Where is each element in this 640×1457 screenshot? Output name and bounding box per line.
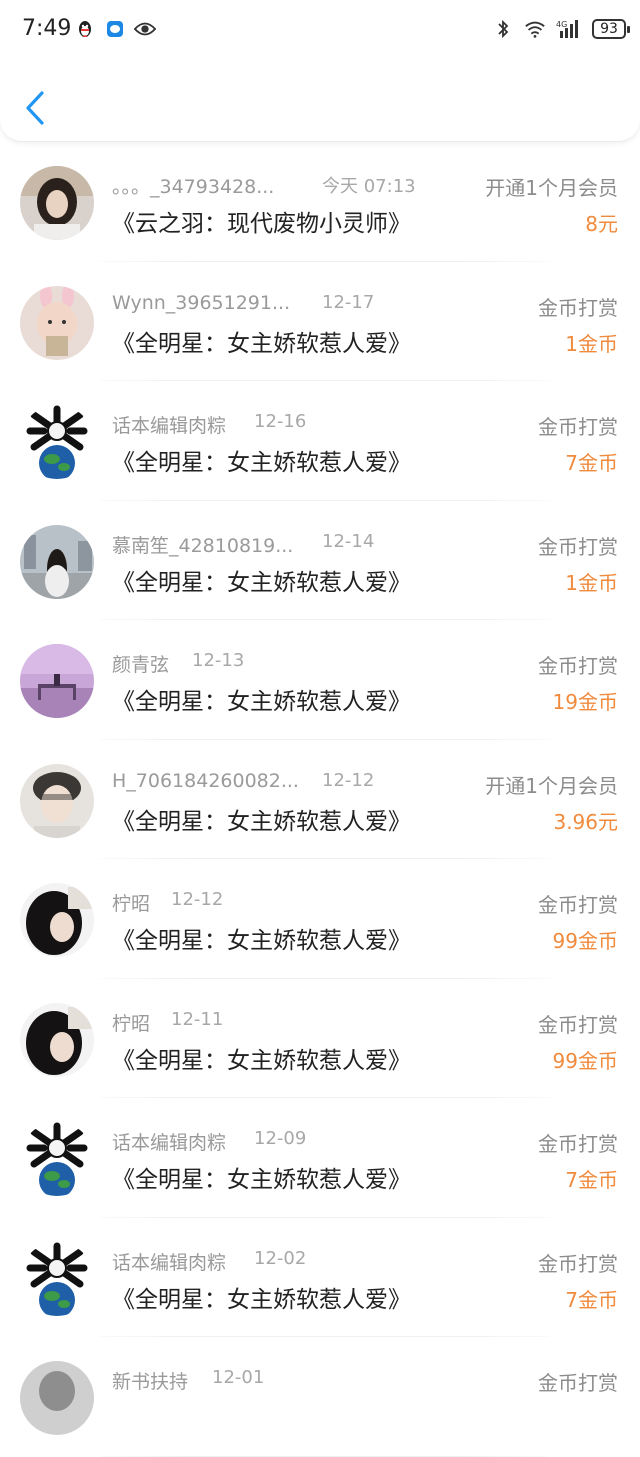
list-item[interactable]: 新书扶持 12-01 金币打赏 [0, 1337, 640, 1457]
reward-type: 金币打赏 [538, 295, 618, 320]
avatar[interactable] [20, 883, 94, 957]
record-date: 12-14 [322, 530, 375, 552]
avatar[interactable] [20, 285, 94, 360]
list-item[interactable]: Wynn_39651291... 12-17 金币打赏《全明星：女主娇软惹人爱》 1金… [0, 262, 640, 381]
reward-type: 金币打赏 [538, 415, 618, 439]
reward-type: 金币打赏 [538, 893, 618, 917]
user-name: H_706184260082... [112, 769, 299, 792]
list-item[interactable]: 话本编辑肉粽 12-09 金币打赏《全明星：女主娇软惹人爱》 7金币 [0, 1098, 640, 1218]
record-date: 12-09 [254, 1128, 307, 1149]
avatar[interactable] [20, 1241, 94, 1316]
reward-amount: 99金币 [552, 1048, 618, 1073]
user-name: 话本编辑肉粽 [112, 1132, 227, 1154]
back-button[interactable] [18, 88, 52, 128]
status-bar: 7:49 4G 93 [0, 0, 640, 60]
record-date: 12-13 [192, 650, 245, 671]
bluetooth-icon [492, 18, 514, 40]
user-name: 柠昭 [112, 893, 151, 915]
record-date: 12-12 [171, 889, 224, 910]
chevron-left-icon [26, 91, 44, 125]
avatar[interactable] [20, 1002, 94, 1077]
reward-type: 金币打赏 [538, 654, 618, 678]
reward-amount: 7金币 [565, 1287, 618, 1312]
eye-icon [134, 18, 156, 40]
reward-type: 开通1个月会员 [485, 176, 618, 200]
user-name: 新书扶持 [112, 1371, 189, 1393]
list-item[interactable]: 。。。_34793428... 今天 07:13 开通1个月会员《云之羽：现代废物小… [0, 142, 640, 262]
reward-amount: 1金币 [565, 331, 618, 356]
user-name: 柠昭 [112, 1012, 151, 1035]
system-icons: 4G 93 [492, 18, 630, 40]
book-title: 《全明星：女主娇软惹人爱》 [112, 450, 411, 476]
record-date: 12-01 [212, 1367, 265, 1388]
book-title: 《全明星：女主娇软惹人爱》 [112, 808, 411, 835]
svg-text:4G: 4G [556, 20, 567, 29]
avatar[interactable] [20, 1361, 94, 1435]
list-item[interactable]: 柠昭 12-11 金币打赏《全明星：女主娇软惹人爱》 99金币 [0, 979, 640, 1098]
status-time: 7:49 [22, 16, 72, 41]
record-date: 12-16 [254, 411, 307, 432]
avatar[interactable] [20, 166, 94, 240]
book-title: 《全明星：女主娇软惹人爱》 [112, 1167, 411, 1193]
chat-app-icon [104, 18, 126, 40]
book-title: 《全明星：女主娇软惹人爱》 [112, 1047, 411, 1074]
list-item[interactable]: 慕南笙_42810819... 12-14 金币打赏《全明星：女主娇软惹人爱》 1金币 [0, 501, 640, 620]
list-item[interactable]: 话本编辑肉粽 12-02 金币打赏《全明星：女主娇软惹人爱》 7金币 [0, 1218, 640, 1337]
reward-amount: 99金币 [552, 929, 618, 953]
reward-type: 开通1个月会员 [485, 773, 618, 798]
reward-record-list: 。。。_34793428... 今天 07:13 开通1个月会员 《云之羽：现代废物小… [0, 142, 640, 1457]
user-name: 话本编辑肉粽 [112, 415, 227, 437]
reward-type: 金币打赏 [538, 1371, 618, 1395]
user-name: 慕南笙_42810819... [112, 534, 294, 557]
signal-icon: 4G [556, 18, 582, 40]
reward-amount: 8元 [585, 212, 618, 236]
list-item[interactable]: 话本编辑肉粽 12-16 金币打赏《全明星：女主娇软惹人爱》 7金币 [0, 381, 640, 501]
record-date: 12-11 [171, 1008, 224, 1030]
user-name: 话本编辑肉粽 [112, 1251, 227, 1274]
penguin-icon [74, 18, 96, 40]
reward-amount: 7金币 [565, 451, 618, 475]
reward-type: 金币打赏 [538, 1251, 618, 1276]
user-name: Wynn_39651291... [112, 291, 291, 314]
record-date: 今天 07:13 [322, 176, 416, 197]
list-item[interactable]: 颜青弦 12-13 金币打赏《全明星：女主娇软惹人爱》 19金币 [0, 620, 640, 740]
reward-amount: 19金币 [552, 690, 618, 714]
book-title: 《全明星：女主娇软惹人爱》 [112, 689, 411, 715]
reward-type: 金币打赏 [538, 1012, 618, 1037]
book-title: 《全明星：女主娇软惹人爱》 [112, 569, 411, 596]
reward-amount: 7金币 [565, 1168, 618, 1192]
record-date: 12-02 [254, 1247, 307, 1269]
book-title: 《全明星：女主娇软惹人爱》 [112, 330, 411, 357]
reward-type: 金币打赏 [538, 534, 618, 559]
reward-amount: 3.96元 [553, 809, 618, 834]
avatar[interactable] [20, 644, 94, 718]
book-title: 《全明星：女主娇软惹人爱》 [112, 928, 411, 954]
record-date: 12-17 [322, 291, 375, 313]
avatar[interactable] [20, 1122, 94, 1196]
list-item[interactable]: 柠昭 12-12 金币打赏《全明星：女主娇软惹人爱》 99金币 [0, 859, 640, 979]
user-name: 颜青弦 [112, 654, 170, 676]
reward-type: 金币打赏 [538, 1132, 618, 1156]
list-item[interactable]: H_706184260082... 12-12 开通1个月会员《全明星：女主娇软惹人… [0, 740, 640, 859]
user-name: 。。。_34793428... [112, 176, 275, 198]
reward-amount: 1金币 [565, 570, 618, 595]
divider [100, 1455, 550, 1457]
battery-indicator: 93 [592, 19, 630, 39]
wifi-icon [524, 18, 546, 40]
avatar[interactable] [20, 524, 94, 599]
avatar[interactable] [20, 763, 94, 838]
record-date: 12-12 [322, 769, 375, 791]
book-title: 《全明星：女主娇软惹人爱》 [112, 1286, 411, 1313]
book-title: 《云之羽：现代废物小灵师》 [112, 211, 411, 237]
avatar[interactable] [20, 405, 94, 479]
notification-icons [74, 18, 156, 40]
top-app-bar: 7:49 4G 93 [0, 0, 640, 142]
